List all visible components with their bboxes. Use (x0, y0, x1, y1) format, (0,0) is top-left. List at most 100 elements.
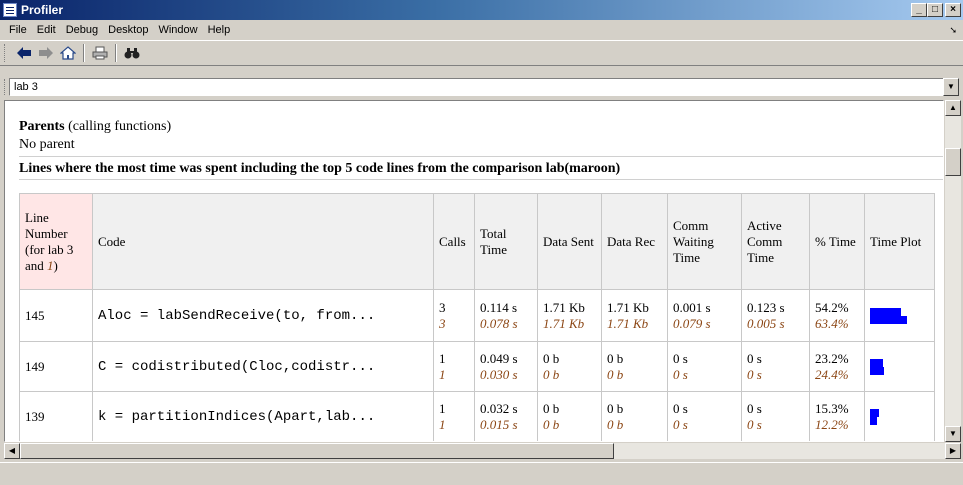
time-bar (870, 307, 901, 316)
cell-data-rec: 0 b0 b (601, 391, 668, 441)
cell-total-time: 0.049 s 0.030 s (474, 341, 538, 392)
header-time-plot: Time Plot (864, 193, 935, 290)
time-bar (870, 408, 879, 417)
find-button[interactable] (121, 43, 143, 63)
cell-data-sent: 1.71 Kb 1.71 Kb (537, 289, 602, 342)
toolbar-separator (83, 44, 85, 62)
cell-time-plot (864, 341, 935, 392)
parents-suffix: (calling functions) (64, 119, 172, 134)
location-combo[interactable]: lab 3 (9, 78, 949, 96)
cell-comm-waiting: 0.001 s 0.079 s (667, 289, 742, 342)
close-button[interactable]: × (945, 3, 961, 17)
home-button[interactable] (57, 43, 79, 63)
menu-file[interactable]: File (4, 24, 32, 36)
comparison-value: 1 (439, 416, 446, 432)
table-row: 145 Aloc = labSendReceive(to, from... 3 3 0.… (19, 289, 935, 342)
comparison-value: 3 (439, 315, 446, 331)
back-button[interactable] (13, 43, 35, 63)
comparison-time-bar (870, 416, 877, 425)
horizontal-scrollbar[interactable]: ◀ ▶ (4, 443, 961, 459)
cell-data-rec: 1.71 Kb 1.71 Kb (601, 289, 668, 342)
dropdown-arrow-icon[interactable]: ▼ (943, 78, 959, 96)
comparison-value: 24.4% (815, 366, 849, 382)
divider (19, 179, 943, 180)
cell-code[interactable]: Aloc = labSendReceive(to, from... (92, 289, 434, 342)
minimize-button[interactable]: _ (911, 3, 927, 17)
addressbar-grip[interactable] (4, 79, 7, 95)
horizontal-scroll-thumb[interactable] (20, 443, 614, 459)
comparison-value: 0.005 s (747, 315, 785, 331)
header-line-number: Line Number (for lab 3 and 1) (19, 193, 93, 290)
toolbar-separator (115, 44, 117, 62)
cell-comm-waiting: 0 s0 s (667, 391, 742, 441)
cell-calls: 33 (433, 289, 475, 342)
comparison-value: 12.2% (815, 416, 849, 432)
home-icon (60, 46, 76, 60)
menu-edit[interactable]: Edit (32, 24, 61, 36)
vertical-scroll-thumb[interactable] (945, 148, 961, 176)
divider (19, 156, 943, 157)
cell-time-plot (864, 289, 935, 342)
comparison-value: 63.4% (815, 315, 849, 331)
toolbar (0, 40, 963, 66)
scroll-left-icon[interactable]: ◀ (4, 443, 20, 459)
header-total-time: Total Time (474, 193, 538, 290)
toolbar-grip[interactable] (4, 44, 7, 62)
table-row: 149 C = codistributed(Cloc,codistr... 1 1 0.… (19, 341, 935, 392)
comparison-value: 0 b (607, 366, 624, 382)
cell-data-sent: 0 b0 b (537, 391, 602, 441)
vertical-scrollbar[interactable]: ▲ ▼ (945, 100, 961, 442)
window-controls: _ □ × (911, 3, 961, 17)
scroll-down-icon[interactable]: ▼ (945, 426, 961, 442)
print-icon (92, 46, 108, 60)
time-bar (870, 358, 883, 367)
parents-heading: Parents (calling functions) (19, 119, 171, 135)
comparison-value: 0.015 s (480, 416, 518, 432)
forward-arrow-icon (39, 47, 53, 59)
menu-desktop[interactable]: Desktop (103, 24, 153, 36)
cell-active-comm: 0 s0 s (741, 391, 810, 441)
cell-active-comm: 0.123 s 0.005 s (741, 289, 810, 342)
scroll-up-icon[interactable]: ▲ (945, 100, 961, 116)
print-button[interactable] (89, 43, 111, 63)
forward-button[interactable] (35, 43, 57, 63)
cell-data-sent: 0 b0 b (537, 341, 602, 392)
cell-calls: 11 (433, 391, 475, 441)
lines-table: Line Number (for lab 3 and 1) Code Calls… (19, 193, 935, 441)
comparison-value: 1.71 Kb (607, 315, 649, 331)
cell-line-number[interactable]: 139 (19, 391, 93, 441)
table-header-row: Line Number (for lab 3 and 1) Code Calls… (19, 193, 935, 290)
comparison-value: 0 s (747, 416, 762, 432)
scroll-right-icon[interactable]: ▶ (945, 443, 961, 459)
no-parent-text: No parent (19, 137, 75, 152)
cell-code[interactable]: k = partitionIndices(Apart,lab... (92, 391, 434, 441)
header-pct-time: % Time (809, 193, 865, 290)
header-calls: Calls (433, 193, 475, 290)
cell-pct-time: 23.2% 24.4% (809, 341, 865, 392)
cell-line-number[interactable]: 145 (19, 289, 93, 342)
cell-line-number[interactable]: 149 (19, 341, 93, 392)
comparison-value: 0.079 s (673, 315, 711, 331)
comparison-value: 0 s (673, 416, 688, 432)
comparison-value: 0 b (607, 416, 624, 432)
title-bar: Profiler _ □ × (0, 0, 963, 20)
address-bar: lab 3 ▼ (0, 76, 963, 98)
cell-code[interactable]: C = codistributed(Cloc,codistr... (92, 341, 434, 392)
header-data-rec: Data Rec (601, 193, 668, 290)
profiler-app-icon (3, 3, 17, 17)
comparison-value: 0 s (747, 366, 762, 382)
table-row: 139 k = partitionIndices(Apart,lab... 1 1 0.… (19, 391, 935, 441)
header-code: Code (92, 193, 434, 290)
menu-debug[interactable]: Debug (61, 24, 103, 36)
binoculars-icon (124, 48, 140, 59)
menu-bar: File Edit Debug Desktop Window Help ➘ (0, 20, 963, 40)
comparison-value: 1 (439, 366, 446, 382)
cell-calls: 11 (433, 341, 475, 392)
menu-help[interactable]: Help (203, 24, 236, 36)
cell-pct-time: 54.2% 63.4% (809, 289, 865, 342)
maximize-button[interactable]: □ (927, 3, 943, 17)
back-arrow-icon (17, 47, 31, 59)
menu-window[interactable]: Window (153, 24, 202, 36)
cell-total-time: 0.114 s 0.078 s (474, 289, 538, 342)
undock-arrow-icon[interactable]: ➘ (949, 25, 957, 36)
